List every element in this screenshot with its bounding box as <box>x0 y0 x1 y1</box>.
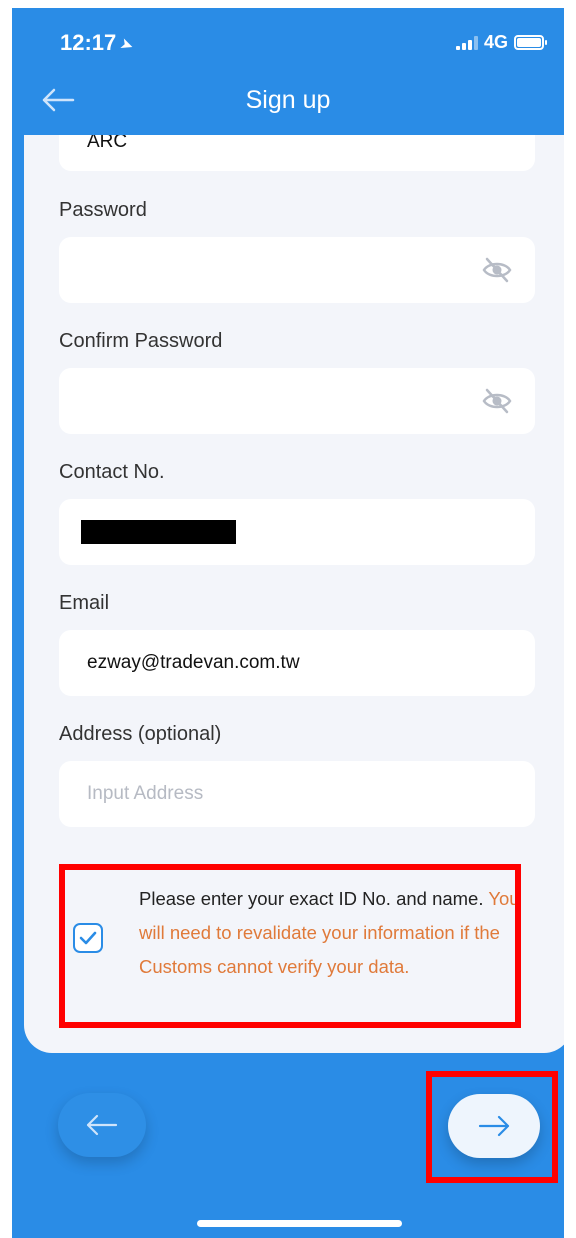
redacted-contact-value <box>81 520 236 544</box>
email-value: ezway@tradevan.com.tw <box>87 652 300 673</box>
confirm-password-input[interactable] <box>59 368 535 434</box>
eye-slash-icon[interactable] <box>481 256 513 284</box>
arrow-left-icon <box>86 1114 118 1136</box>
previous-button[interactable] <box>58 1093 146 1157</box>
battery-icon <box>514 35 547 50</box>
confirm-password-label: Confirm Password <box>59 330 223 352</box>
location-arrow-icon: ➤ <box>117 35 137 56</box>
id-type-field[interactable]: ARC <box>59 135 535 171</box>
status-time-text: 12:17 <box>60 30 117 55</box>
email-input[interactable]: ezway@tradevan.com.tw <box>59 630 535 696</box>
id-type-value: ARC <box>87 135 128 152</box>
email-label: Email <box>59 592 110 614</box>
password-label: Password <box>59 199 147 221</box>
address-input[interactable]: Input Address <box>59 761 535 827</box>
status-indicators: 4G <box>455 32 547 53</box>
signal-icon <box>455 35 478 50</box>
status-time: 12:17➤ <box>60 30 137 56</box>
password-input[interactable] <box>59 237 535 303</box>
network-type: 4G <box>483 32 508 52</box>
address-placeholder: Input Address <box>87 783 204 804</box>
page-title: Sign up <box>245 86 331 114</box>
eye-slash-icon[interactable] <box>481 387 513 415</box>
home-indicator <box>197 1220 402 1227</box>
contact-input[interactable] <box>59 499 535 565</box>
consent-highlight-box <box>59 864 521 1028</box>
phone-screen: 12:17➤ 4G Sign up ARC Password Confirm P… <box>12 8 564 1238</box>
address-label: Address (optional) <box>59 723 222 745</box>
contact-label: Contact No. <box>59 461 165 483</box>
next-highlight-box <box>426 1071 558 1183</box>
